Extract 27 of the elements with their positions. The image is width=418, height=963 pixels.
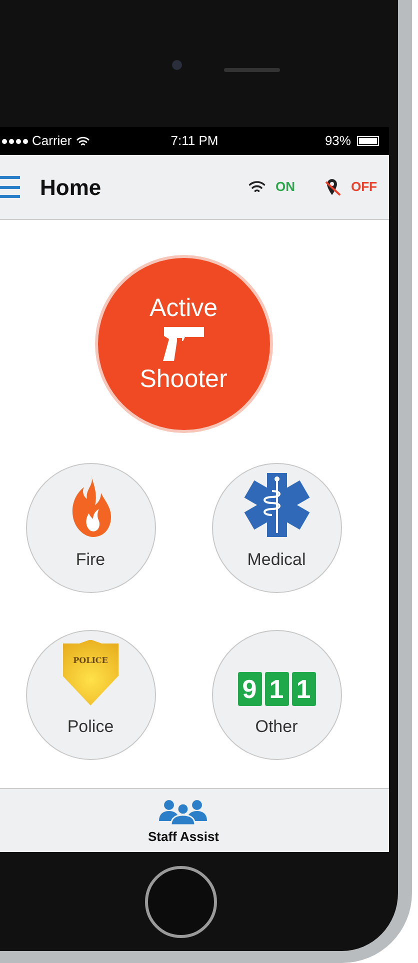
status-time: 7:11 PM <box>170 132 218 150</box>
wifi-icon <box>76 136 90 146</box>
status-label: ON <box>276 178 295 196</box>
camera-icon <box>172 60 182 70</box>
status-label: OFF <box>351 178 377 196</box>
people-group-icon <box>158 799 208 825</box>
digit-tile: 1 <box>292 672 316 706</box>
star-of-life-icon <box>242 470 310 538</box>
emergency-button[interactable]: Fire <box>26 463 156 593</box>
active-shooter-button[interactable]: Active Shooter <box>94 255 272 433</box>
emergency-button[interactable]: 9 1 1 Other <box>212 630 342 760</box>
digit-tile: 9 <box>238 672 262 706</box>
signal-dots-icon <box>2 138 28 144</box>
digit-tile: 1 <box>264 672 288 706</box>
speaker-grille <box>224 68 280 72</box>
battery-icon <box>356 136 379 146</box>
emergency-button[interactable]: Medical <box>212 463 342 593</box>
carrier-name: Carrier <box>32 132 72 150</box>
battery-percent: 93% <box>324 132 351 150</box>
page-title: Home <box>40 174 102 202</box>
menu-icon[interactable] <box>0 176 20 198</box>
staff-assist-tab[interactable]: Staff Assist <box>148 789 220 852</box>
badge-text: POLICE <box>73 656 108 664</box>
pistol-icon <box>160 324 206 364</box>
emergency-button[interactable]: POLICE Police <box>26 630 156 760</box>
wifi-icon <box>248 180 266 194</box>
location-off-icon <box>325 178 341 196</box>
